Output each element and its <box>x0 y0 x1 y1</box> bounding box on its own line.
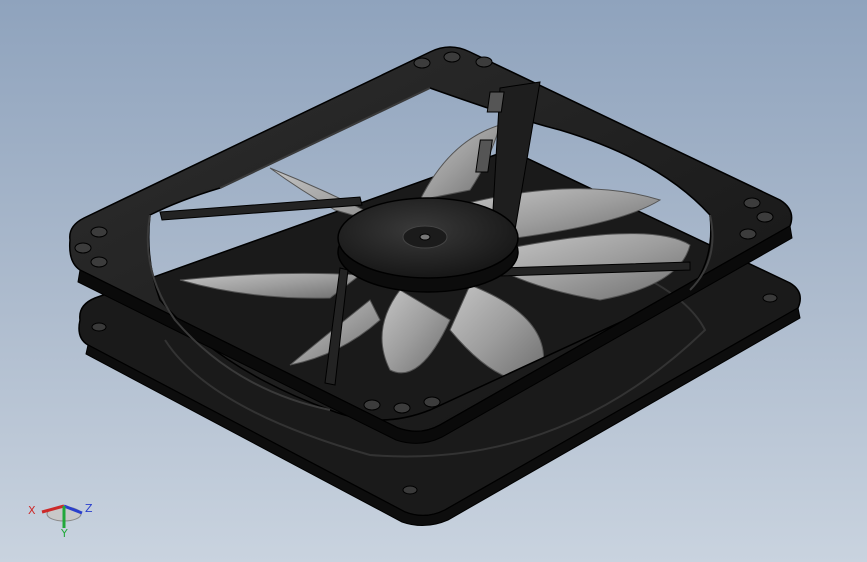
z-axis-label: Z <box>85 502 93 515</box>
x-axis-label: X <box>28 504 36 517</box>
orientation-triad[interactable]: X Z Y <box>26 488 102 538</box>
graphics-viewport[interactable]: X Z Y <box>0 0 867 562</box>
fan-hub[interactable] <box>337 197 519 293</box>
y-axis-label: Y <box>60 527 68 538</box>
fan-model-scene[interactable] <box>0 0 867 562</box>
